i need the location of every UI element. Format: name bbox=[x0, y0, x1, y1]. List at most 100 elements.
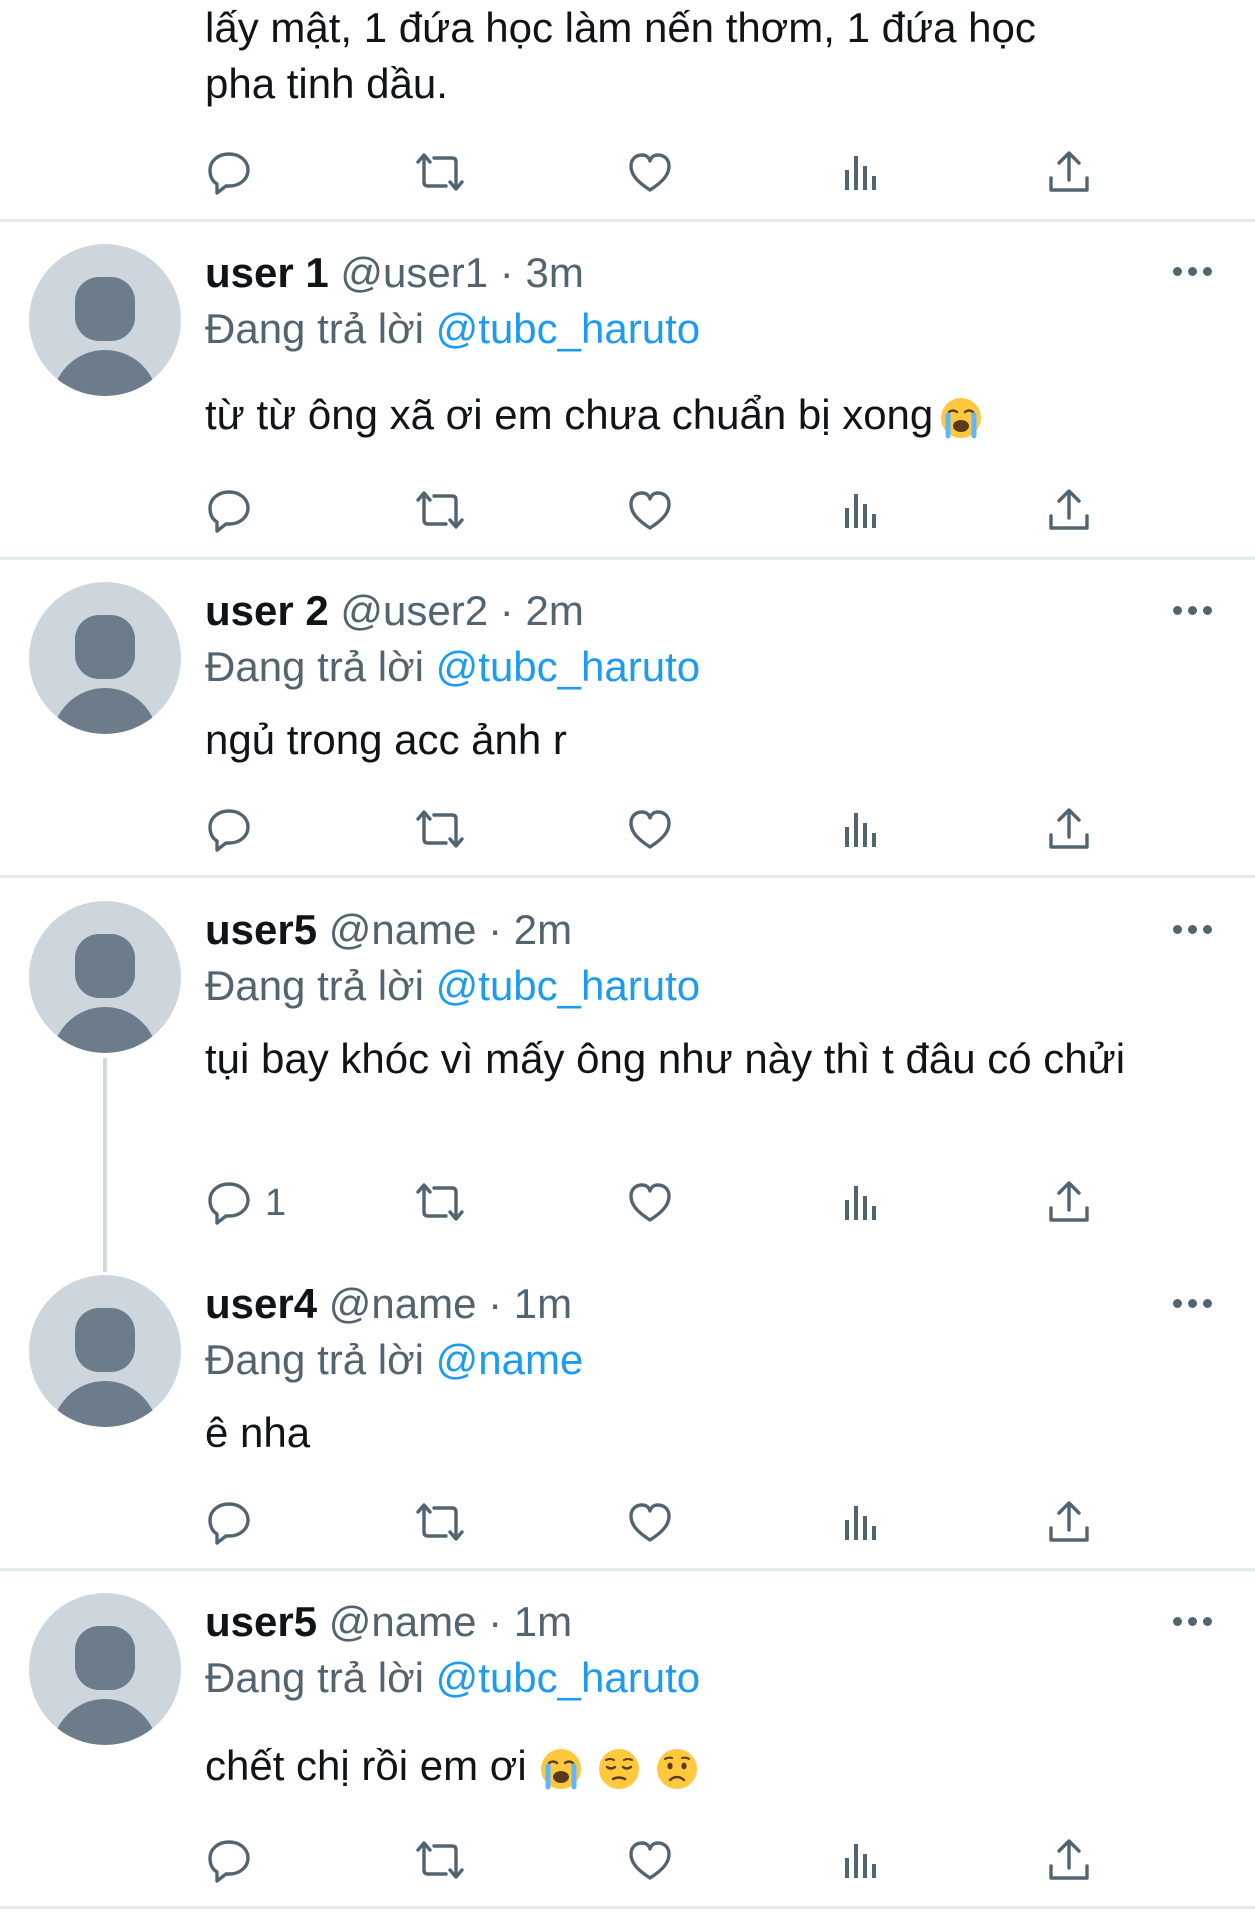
user-name[interactable]: user 1 bbox=[205, 249, 329, 296]
user-name[interactable]: user 2 bbox=[205, 587, 329, 634]
reply-icon bbox=[205, 1498, 253, 1546]
views-icon bbox=[838, 1498, 886, 1546]
reply-button[interactable] bbox=[205, 1498, 253, 1546]
separator-dot: · bbox=[499, 587, 514, 634]
views-button[interactable] bbox=[838, 805, 886, 853]
views-button[interactable] bbox=[838, 148, 886, 196]
like-button[interactable] bbox=[626, 805, 674, 853]
user-handle: @name bbox=[328, 1598, 477, 1645]
replying-to: Đang trả lời @tubc_haruto bbox=[205, 639, 700, 695]
more-options-icon[interactable] bbox=[1173, 606, 1213, 618]
mention-link[interactable]: @tubc_haruto bbox=[436, 962, 700, 1009]
replying-to-label: Đang trả lời bbox=[205, 1654, 424, 1701]
replying-to: Đang trả lời @tubc_haruto bbox=[205, 958, 700, 1014]
share-button[interactable] bbox=[1045, 1178, 1093, 1226]
retweet-icon bbox=[412, 1178, 468, 1226]
divider bbox=[0, 875, 1255, 878]
loudly-crying-face-icon bbox=[539, 1747, 583, 1791]
avatar[interactable] bbox=[29, 1275, 181, 1427]
share-button[interactable] bbox=[1045, 805, 1093, 853]
tweet-text-line: pha tinh dầu. bbox=[205, 60, 448, 107]
share-button[interactable] bbox=[1045, 148, 1093, 196]
views-button[interactable] bbox=[838, 1836, 886, 1884]
avatar[interactable] bbox=[29, 901, 181, 1053]
tweet-text-content: từ từ ông xã ơi em chưa chuẩn bị xong bbox=[205, 391, 934, 438]
retweet-button[interactable] bbox=[412, 1178, 468, 1226]
tweet-actions bbox=[205, 486, 1105, 534]
retweet-button[interactable] bbox=[412, 1836, 468, 1884]
tweet-text-content: tụi bay khóc vì mấy ông như này thì t đâ… bbox=[205, 1035, 1126, 1082]
timestamp[interactable]: 2m bbox=[525, 587, 583, 634]
more-options-icon[interactable] bbox=[1173, 1617, 1213, 1629]
reply-icon bbox=[205, 805, 253, 853]
avatar[interactable] bbox=[29, 244, 181, 396]
separator-dot: · bbox=[488, 1280, 503, 1327]
divider bbox=[0, 1906, 1255, 1909]
more-options-icon[interactable] bbox=[1173, 925, 1213, 937]
views-button[interactable] bbox=[838, 486, 886, 534]
reply-button[interactable] bbox=[205, 1836, 253, 1884]
retweet-button[interactable] bbox=[412, 805, 468, 853]
views-button[interactable] bbox=[838, 1178, 886, 1226]
divider bbox=[0, 557, 1255, 560]
tweet-header: user 1 @user1 · 3m bbox=[205, 245, 584, 301]
mention-link[interactable]: @name bbox=[436, 1336, 584, 1383]
tweet-text: ngủ trong acc ảnh r bbox=[205, 712, 1185, 768]
share-icon bbox=[1045, 486, 1093, 534]
retweet-icon bbox=[412, 486, 468, 534]
user-name[interactable]: user4 bbox=[205, 1280, 317, 1327]
reply-button[interactable] bbox=[205, 805, 253, 853]
user-name[interactable]: user5 bbox=[205, 1598, 317, 1645]
like-button[interactable] bbox=[626, 1178, 674, 1226]
avatar[interactable] bbox=[29, 1593, 181, 1745]
tweet-text-content: ê nha bbox=[205, 1409, 311, 1456]
mention-link[interactable]: @tubc_haruto bbox=[436, 305, 700, 352]
tweet-actions bbox=[205, 1836, 1105, 1884]
timestamp[interactable]: 1m bbox=[514, 1280, 572, 1327]
reply-button[interactable]: 1 bbox=[205, 1178, 286, 1226]
tweet-actions bbox=[205, 1498, 1105, 1546]
like-icon bbox=[626, 1498, 674, 1546]
retweet-icon bbox=[412, 805, 468, 853]
share-button[interactable] bbox=[1045, 486, 1093, 534]
like-icon bbox=[626, 486, 674, 534]
user-name[interactable]: user5 bbox=[205, 906, 317, 953]
reply-count: 1 bbox=[265, 1182, 287, 1224]
mention-link[interactable]: @tubc_haruto bbox=[436, 1654, 700, 1701]
tweet-header: user5 @name · 1m bbox=[205, 1594, 572, 1650]
more-options-icon[interactable] bbox=[1173, 1299, 1213, 1311]
replying-to-label: Đang trả lời bbox=[205, 962, 424, 1009]
like-button[interactable] bbox=[626, 1836, 674, 1884]
views-icon bbox=[838, 486, 886, 534]
reply-button[interactable] bbox=[205, 486, 253, 534]
timestamp[interactable]: 2m bbox=[514, 906, 572, 953]
more-options-icon[interactable] bbox=[1173, 267, 1213, 279]
avatar[interactable] bbox=[29, 582, 181, 734]
views-button[interactable] bbox=[838, 1498, 886, 1546]
pensive-face-icon bbox=[597, 1747, 641, 1791]
views-icon bbox=[838, 148, 886, 196]
retweet-button[interactable] bbox=[412, 486, 468, 534]
reply-button[interactable] bbox=[205, 148, 253, 196]
timestamp[interactable]: 3m bbox=[525, 249, 583, 296]
reply-icon bbox=[205, 1178, 253, 1226]
tweet-text: lấy mật, 1 đứa học làm nến thơm, 1 đứa h… bbox=[205, 0, 1185, 112]
retweet-button[interactable] bbox=[412, 148, 468, 196]
reply-icon bbox=[205, 148, 253, 196]
mention-link[interactable]: @tubc_haruto bbox=[436, 643, 700, 690]
timestamp[interactable]: 1m bbox=[514, 1598, 572, 1645]
user-handle: @name bbox=[328, 1280, 477, 1327]
share-button[interactable] bbox=[1045, 1836, 1093, 1884]
views-icon bbox=[838, 1178, 886, 1226]
views-icon bbox=[838, 1836, 886, 1884]
tweet-actions bbox=[205, 148, 1105, 196]
share-button[interactable] bbox=[1045, 1498, 1093, 1546]
replying-to-label: Đang trả lời bbox=[205, 305, 424, 352]
like-button[interactable] bbox=[626, 148, 674, 196]
worried-face-icon bbox=[655, 1747, 699, 1791]
like-button[interactable] bbox=[626, 1498, 674, 1546]
views-icon bbox=[838, 805, 886, 853]
reply-icon bbox=[205, 486, 253, 534]
retweet-button[interactable] bbox=[412, 1498, 468, 1546]
like-button[interactable] bbox=[626, 486, 674, 534]
